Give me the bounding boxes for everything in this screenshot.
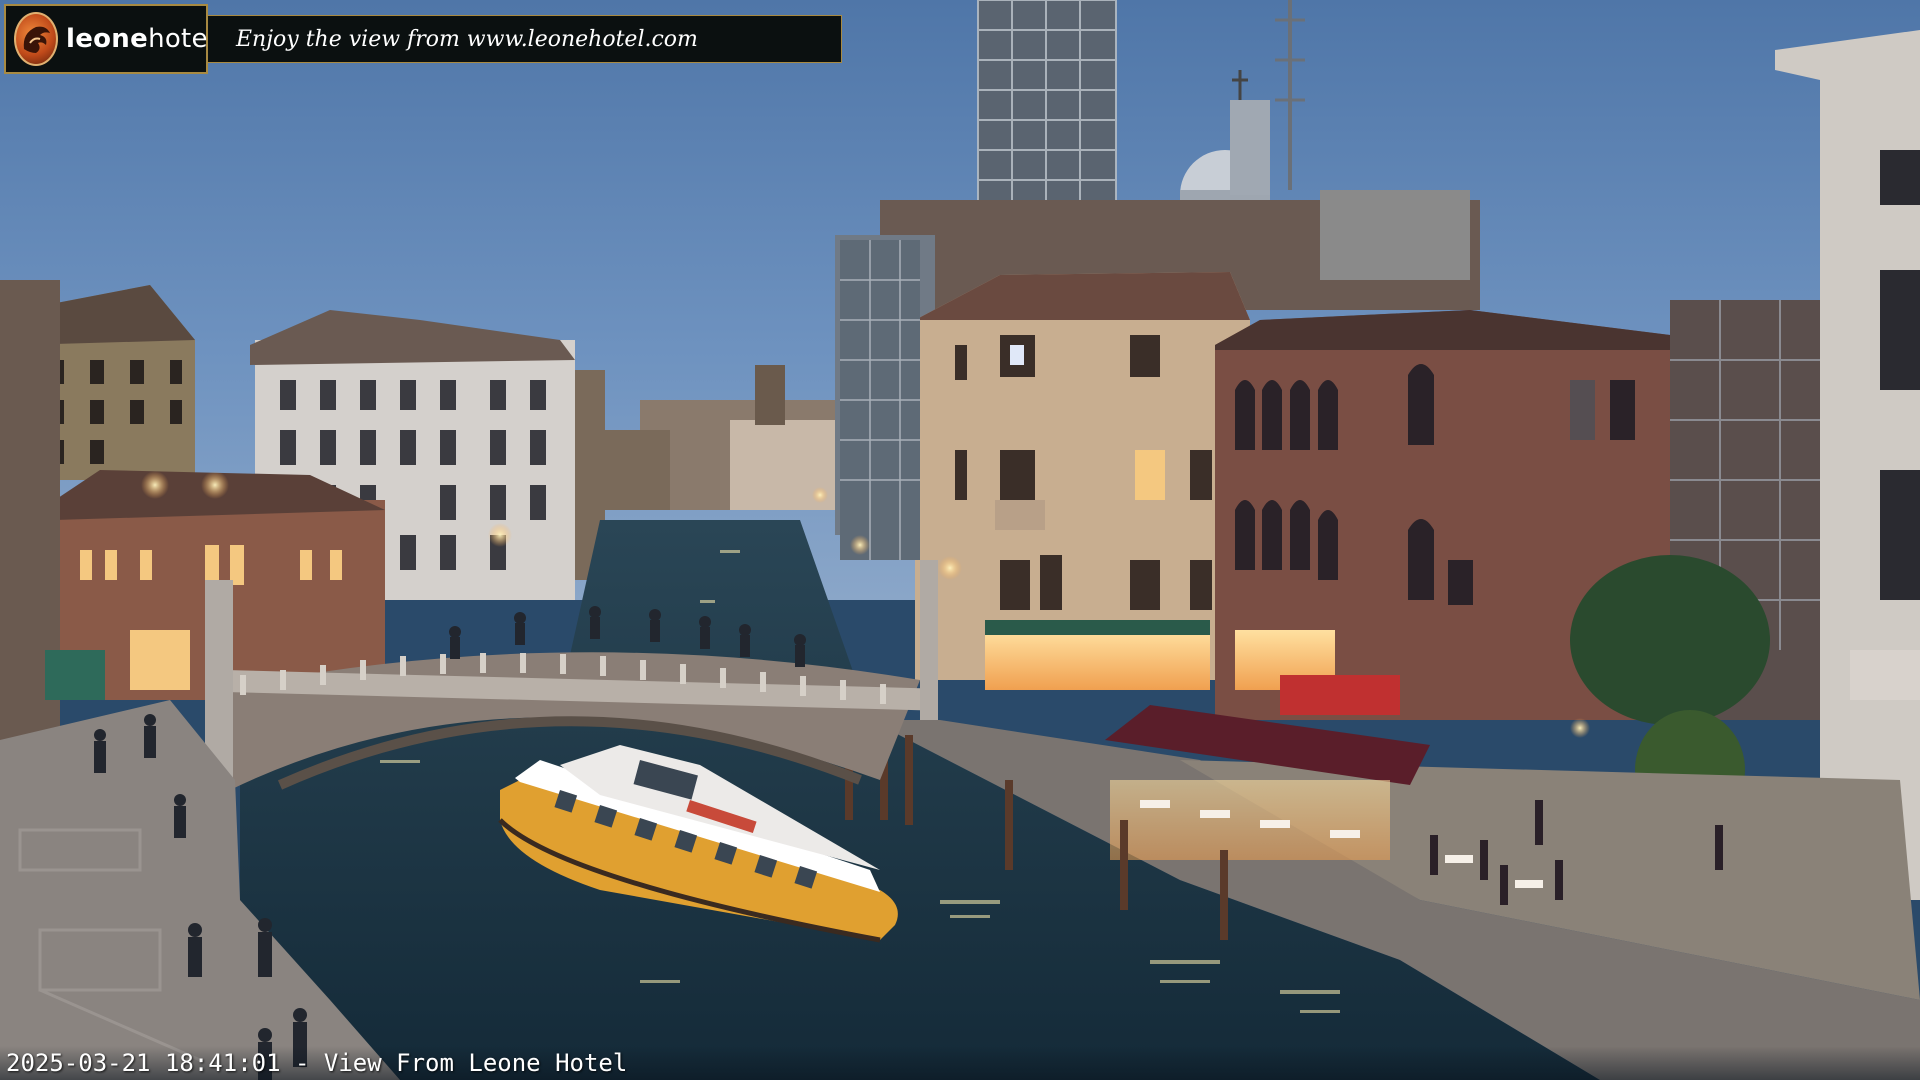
website-tagline: Enjoy the view from www.leonehotel.com (208, 15, 842, 63)
lion-logo-icon (14, 12, 58, 66)
building-center-peach (915, 272, 1250, 690)
timestamp-caption: 2025-03-21 18:41:01 - View From Leone Ho… (6, 1049, 628, 1077)
brand-logo-box: leonehotel (4, 4, 215, 74)
webcam-image (0, 0, 1920, 1080)
scaffolding-building (840, 240, 920, 560)
brand-name: leonehotel (66, 24, 216, 54)
bell-tower-scaffolding (977, 0, 1117, 216)
